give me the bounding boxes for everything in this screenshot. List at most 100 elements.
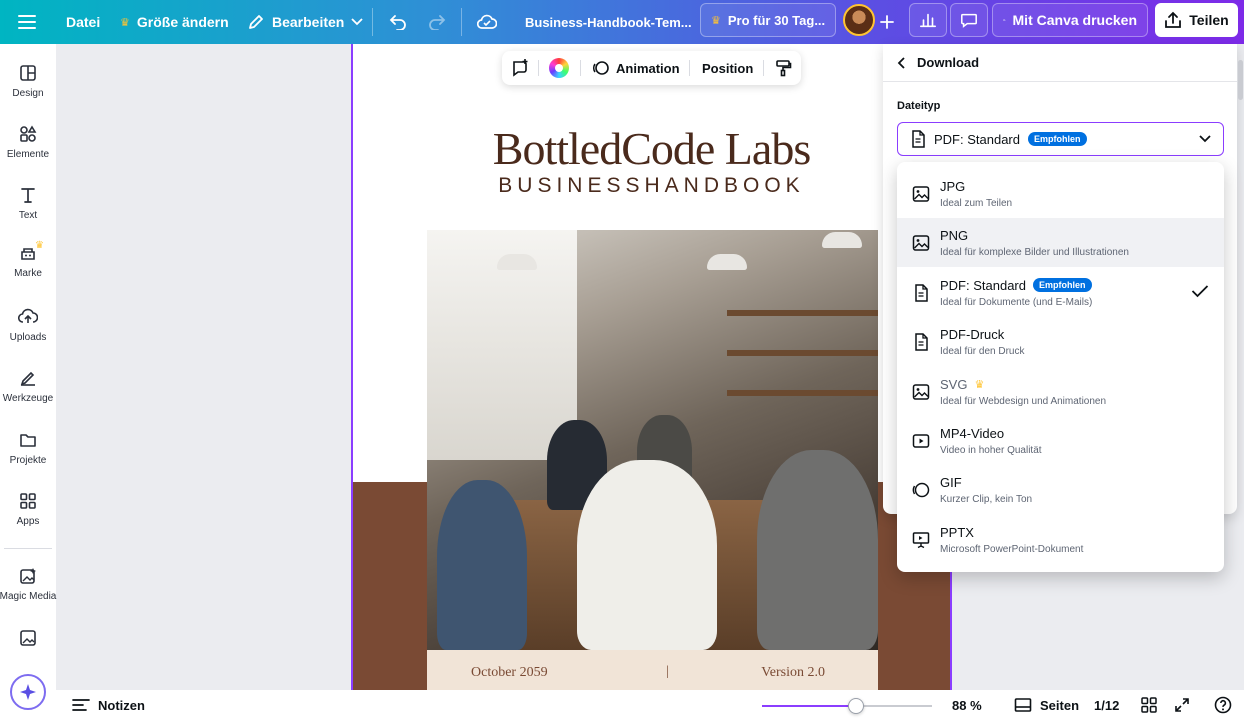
shelf bbox=[727, 310, 878, 316]
text-icon bbox=[21, 188, 35, 203]
zoom-slider[interactable] bbox=[762, 698, 932, 714]
add-comment-button[interactable] bbox=[510, 51, 530, 85]
page-counter[interactable]: 1/12 bbox=[1094, 690, 1119, 720]
crown-icon: ♛ bbox=[35, 240, 44, 251]
notes-label: Notizen bbox=[98, 697, 145, 713]
option-title: GIF bbox=[940, 474, 962, 490]
plus-icon bbox=[880, 15, 894, 29]
document-icon bbox=[915, 332, 928, 351]
team-meeting-photo[interactable] bbox=[427, 230, 878, 650]
paint-roller-icon bbox=[776, 60, 792, 77]
sidebar-item-magic-media[interactable]: Magic Media bbox=[0, 567, 56, 623]
color-picker-button[interactable] bbox=[549, 51, 569, 85]
zoom-slider-handle[interactable] bbox=[847, 698, 864, 714]
chevron-left-icon[interactable] bbox=[897, 56, 907, 69]
zoom-level[interactable]: 88 % bbox=[952, 690, 982, 720]
pencil-icon bbox=[249, 15, 263, 29]
cloud-sync-button[interactable] bbox=[477, 0, 497, 44]
notes-button[interactable]: Notizen bbox=[72, 690, 145, 720]
presentation-icon bbox=[912, 531, 930, 548]
sidebar-item-elements[interactable]: Elemente bbox=[0, 125, 56, 181]
sidebar-item-label: Apps bbox=[16, 516, 40, 527]
gif-icon bbox=[912, 482, 930, 497]
option-description: Ideal für komplexe Bilder und Illustrati… bbox=[940, 246, 1129, 258]
fullscreen-button[interactable] bbox=[1174, 690, 1190, 720]
toolbar-divider bbox=[580, 60, 581, 76]
person bbox=[577, 460, 717, 650]
document-icon bbox=[915, 283, 928, 302]
left-sidebar: Design Elemente Text ♛ Marke Uploads Wer… bbox=[0, 44, 56, 720]
share-label: Teilen bbox=[1189, 12, 1229, 28]
crown-icon: ♛ bbox=[974, 378, 985, 391]
sidebar-item-text[interactable]: Text bbox=[0, 186, 56, 242]
document-heading[interactable]: BottledCode Labs bbox=[353, 122, 950, 175]
toolbar-divider bbox=[763, 60, 764, 76]
sidebar-item-apps[interactable]: Apps bbox=[0, 492, 56, 548]
document-subheading[interactable]: BUSINESSHANDBOOK bbox=[353, 174, 950, 198]
grid-view-button[interactable] bbox=[1141, 690, 1157, 720]
undo-button[interactable] bbox=[389, 0, 407, 44]
filetype-label: Dateityp bbox=[897, 100, 941, 112]
filetype-option-png[interactable]: PNG Ideal für komplexe Bilder und Illust… bbox=[897, 218, 1224, 267]
filetype-option-pdf-print[interactable]: PDF-Druck Ideal für den Druck bbox=[897, 317, 1224, 366]
format-painter-button[interactable] bbox=[774, 51, 792, 85]
help-button[interactable] bbox=[1214, 690, 1232, 720]
sidebar-item-design[interactable]: Design bbox=[0, 64, 56, 120]
animation-icon bbox=[592, 61, 609, 75]
sidebar-item-brand[interactable]: ♛ Marke bbox=[0, 240, 56, 300]
pages-button[interactable]: Seiten bbox=[1014, 690, 1079, 720]
magic-assistant-button[interactable] bbox=[10, 674, 46, 710]
pages-label: Seiten bbox=[1040, 697, 1080, 713]
filetype-option-gif[interactable]: GIF Kurzer Clip, kein Ton bbox=[897, 465, 1224, 514]
option-description: Kurzer Clip, kein Ton bbox=[940, 493, 1033, 505]
filetype-option-svg[interactable]: SVG ♛ Ideal für Webdesign und Animatione… bbox=[897, 367, 1224, 416]
add-collaborator-button[interactable] bbox=[880, 0, 894, 44]
file-menu-button[interactable]: Datei bbox=[66, 0, 100, 44]
menu-icon[interactable] bbox=[18, 0, 36, 44]
shapes-icon bbox=[20, 125, 37, 142]
filetype-option-pptx[interactable]: PPTX Microsoft PowerPoint-Dokument bbox=[897, 515, 1224, 564]
position-button[interactable]: Position bbox=[702, 51, 753, 85]
filetype-option-mp4[interactable]: MP4-Video Video in hoher Qualität bbox=[897, 416, 1224, 465]
avatar[interactable] bbox=[843, 4, 875, 36]
redo-icon bbox=[429, 15, 446, 30]
option-title: MP4-Video bbox=[940, 425, 1005, 441]
color-wheel-icon bbox=[549, 58, 569, 78]
resize-button[interactable]: ♛ Größe ändern bbox=[120, 0, 229, 44]
animation-label: Animation bbox=[616, 60, 680, 76]
shelf bbox=[727, 390, 878, 396]
animation-button[interactable]: Animation bbox=[592, 51, 680, 85]
panel-scrollbar[interactable] bbox=[1238, 60, 1243, 100]
footer-date[interactable]: October 2059 bbox=[471, 665, 548, 681]
document-title[interactable]: Business-Handbook-Tem... bbox=[525, 0, 692, 44]
download-panel-header[interactable]: Download bbox=[883, 44, 1237, 82]
design-page[interactable]: BottledCode Labs BUSINESSHANDBOOK Octobe… bbox=[351, 44, 952, 690]
zoom-value: 88 % bbox=[952, 697, 982, 713]
pendant-lamp bbox=[822, 232, 862, 248]
footer-version[interactable]: Version 2.0 bbox=[761, 665, 825, 681]
pro-trial-button[interactable]: ♛ Pro für 30 Tag... bbox=[700, 3, 836, 37]
option-title-row: SVG ♛ bbox=[940, 377, 1106, 392]
sidebar-item-tools[interactable]: Werkzeuge bbox=[0, 369, 56, 425]
filetype-option-jpg[interactable]: JPG Ideal zum Teilen bbox=[897, 169, 1224, 218]
filetype-option-pdf-standard[interactable]: PDF: Standard Empfohlen Ideal für Dokume… bbox=[897, 268, 1224, 317]
top-bar: Datei ♛ Größe ändern Bearbeiten Business… bbox=[0, 0, 1244, 44]
comments-button[interactable] bbox=[950, 3, 988, 37]
sidebar-item-label: Uploads bbox=[9, 332, 47, 343]
edit-menu-button[interactable]: Bearbeiten bbox=[247, 0, 363, 44]
share-button[interactable]: Teilen bbox=[1155, 3, 1238, 37]
person bbox=[757, 450, 878, 650]
sidebar-item-label: Elemente bbox=[6, 149, 50, 160]
sidebar-item-uploads[interactable]: Uploads bbox=[0, 308, 56, 364]
redo-button[interactable] bbox=[428, 0, 446, 44]
undo-icon bbox=[389, 15, 406, 30]
checkmark-icon bbox=[1191, 285, 1209, 298]
filetype-select[interactable]: PDF: Standard Empfohlen bbox=[897, 122, 1224, 156]
footer-strip: October 2059 | Version 2.0 bbox=[427, 650, 878, 690]
print-button[interactable]: Mit Canva drucken bbox=[992, 3, 1148, 37]
crown-icon: ♛ bbox=[120, 16, 130, 29]
context-toolbar: Animation Position bbox=[502, 51, 801, 85]
option-title: PDF: Standard bbox=[940, 277, 1026, 293]
sidebar-item-projects[interactable]: Projekte bbox=[0, 431, 56, 487]
insights-button[interactable] bbox=[909, 3, 947, 37]
